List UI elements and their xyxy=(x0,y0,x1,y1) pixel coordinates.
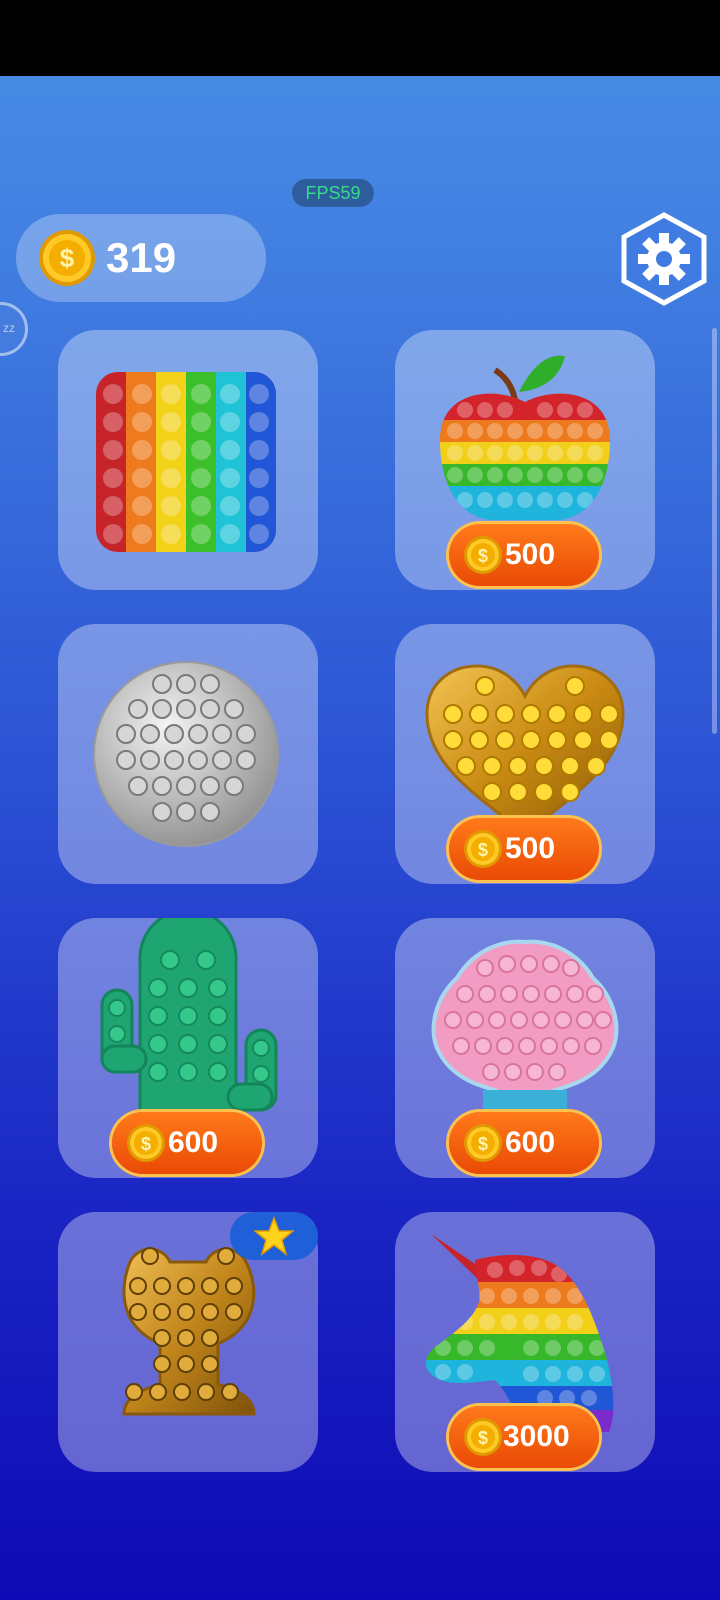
coin-balance: $ 319 xyxy=(16,214,266,302)
price-label: 500 xyxy=(505,538,556,571)
svg-text:$: $ xyxy=(478,1134,488,1154)
item-card-rainbow-unicorn[interactable]: $ 3000 xyxy=(395,1212,655,1472)
silver-circle-popit-image xyxy=(93,661,279,847)
svg-text:$: $ xyxy=(141,1134,151,1154)
price-label: 3000 xyxy=(503,1420,570,1453)
item-card-rainbow-apple[interactable]: $ 500 xyxy=(395,330,655,590)
item-card-rainbow-square[interactable] xyxy=(58,330,318,590)
svg-text:$: $ xyxy=(478,1428,488,1448)
item-card-pink-shell[interactable]: $ 600 xyxy=(395,918,655,1178)
fps-counter: FPS59 xyxy=(292,179,374,207)
coin-icon: $ xyxy=(127,1124,165,1162)
svg-text:$: $ xyxy=(60,243,75,273)
item-card-gold-heart[interactable]: $ 500 xyxy=(395,624,655,884)
featured-badge xyxy=(230,1212,318,1260)
scrollbar[interactable] xyxy=(712,328,717,734)
coin-icon: $ xyxy=(464,536,502,574)
rainbow-square-popit-image xyxy=(96,372,276,552)
coin-icon: $ xyxy=(464,1418,502,1456)
coin-icon: $ xyxy=(464,1124,502,1162)
price-label: 600 xyxy=(168,1126,219,1159)
item-card-gold-frog[interactable] xyxy=(58,1212,318,1472)
status-bar xyxy=(0,0,720,76)
star-icon xyxy=(254,1216,294,1256)
svg-text:$: $ xyxy=(478,546,488,566)
settings-gear-icon[interactable] xyxy=(620,212,708,306)
item-card-green-cactus[interactable]: $ 600 xyxy=(58,918,318,1178)
price-label: 500 xyxy=(505,832,556,865)
svg-text:$: $ xyxy=(478,840,488,860)
coin-icon: $ xyxy=(39,230,95,286)
coin-icon: $ xyxy=(464,830,502,868)
item-card-silver-circle[interactable] xyxy=(58,624,318,884)
side-floating-button[interactable]: zz xyxy=(0,302,28,356)
price-button[interactable]: $ 500 xyxy=(449,524,599,586)
price-button[interactable]: $ 500 xyxy=(449,818,599,880)
price-button[interactable]: $ 600 xyxy=(112,1112,262,1174)
price-button[interactable]: $ 3000 xyxy=(449,1406,599,1468)
price-button[interactable]: $ 600 xyxy=(449,1112,599,1174)
price-label: 600 xyxy=(505,1126,556,1159)
coin-amount: 319 xyxy=(106,234,177,281)
